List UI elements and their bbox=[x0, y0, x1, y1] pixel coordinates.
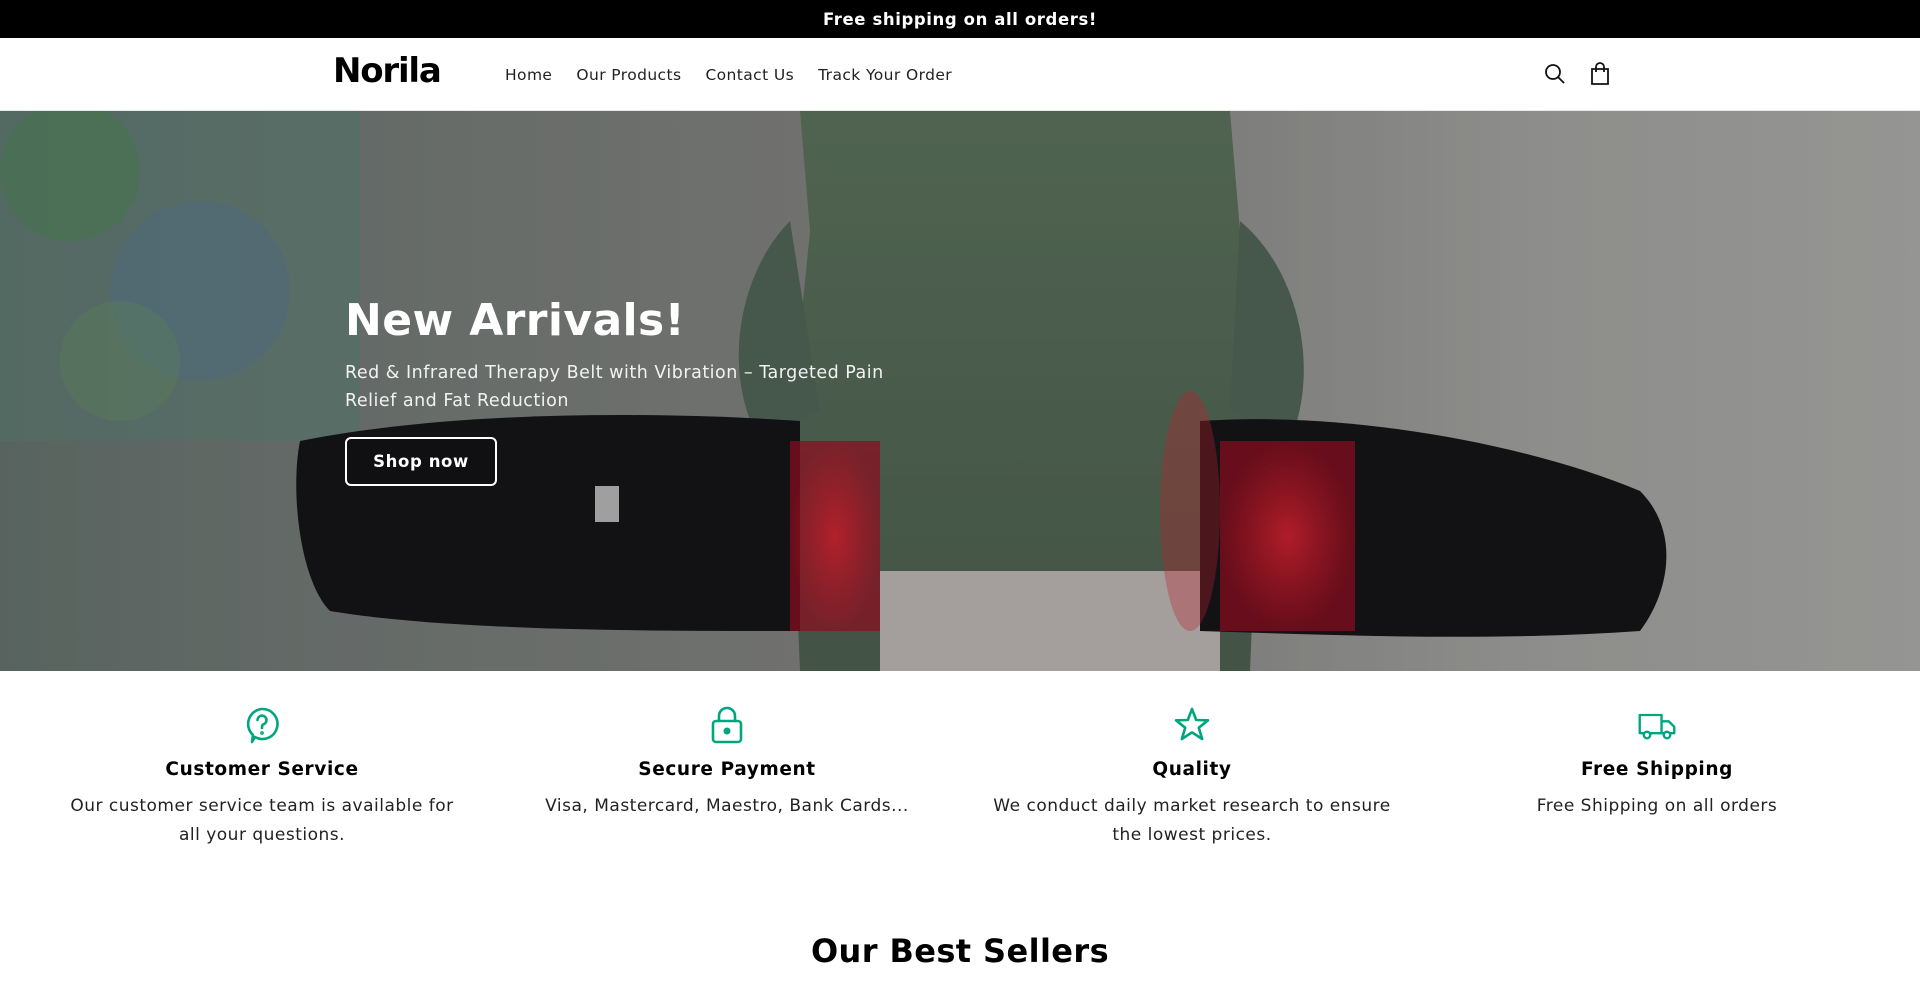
nav-track-your-order[interactable]: Track Your Order bbox=[806, 66, 964, 84]
search-icon[interactable] bbox=[1542, 61, 1568, 87]
feature-title: Customer Service bbox=[165, 759, 359, 780]
cart-icon[interactable] bbox=[1587, 61, 1613, 87]
feature-text: Free Shipping on all orders bbox=[1536, 796, 1778, 816]
shop-now-button[interactable]: Shop now bbox=[345, 437, 497, 487]
star-icon bbox=[1172, 705, 1212, 745]
feature-quality: Quality We conduct daily market research… bbox=[982, 705, 1402, 850]
announcement-text: Free shipping on all orders! bbox=[822, 9, 1098, 29]
hero-overlay bbox=[0, 111, 1920, 671]
feature-text: Our customer service team is available f… bbox=[70, 796, 454, 845]
feature-text: We conduct daily market research to ensu… bbox=[993, 796, 1391, 845]
feature-customer-service: Customer Service Our customer service te… bbox=[52, 705, 472, 850]
announcement-bar: Free shipping on all orders! bbox=[0, 0, 1920, 38]
feature-secure-payment: Secure Payment Visa, Mastercard, Maestro… bbox=[517, 705, 937, 821]
site-header: Norila Home Our Products Contact Us Trac… bbox=[0, 38, 1920, 111]
feature-title: Free Shipping bbox=[1581, 759, 1733, 780]
lock-icon bbox=[707, 705, 747, 745]
features-row: Customer Service Our customer service te… bbox=[0, 671, 1920, 886]
logo[interactable]: Norila bbox=[333, 51, 442, 91]
feature-free-shipping: Free Shipping Free Shipping on all order… bbox=[1447, 705, 1867, 821]
hero-title: New Arrivals! bbox=[345, 295, 686, 346]
hero-subtitle: Red & Infrared Therapy Belt with Vibrati… bbox=[345, 363, 884, 412]
hero-content: New Arrivals! Red & Infrared Therapy Bel… bbox=[345, 295, 945, 487]
main-nav: Home Our Products Contact Us Track Your … bbox=[493, 38, 964, 111]
nav-contact-us[interactable]: Contact Us bbox=[693, 66, 806, 84]
best-sellers-heading: Our Best Sellers bbox=[810, 932, 1110, 970]
nav-our-products[interactable]: Our Products bbox=[564, 66, 693, 84]
hero-banner: New Arrivals! Red & Infrared Therapy Bel… bbox=[0, 111, 1920, 671]
question-bubble-icon bbox=[242, 705, 282, 745]
truck-icon bbox=[1637, 705, 1677, 745]
feature-title: Quality bbox=[1152, 759, 1232, 780]
feature-text: Visa, Mastercard, Maestro, Bank Cards... bbox=[545, 796, 909, 816]
nav-home[interactable]: Home bbox=[493, 66, 564, 84]
feature-title: Secure Payment bbox=[638, 759, 816, 780]
